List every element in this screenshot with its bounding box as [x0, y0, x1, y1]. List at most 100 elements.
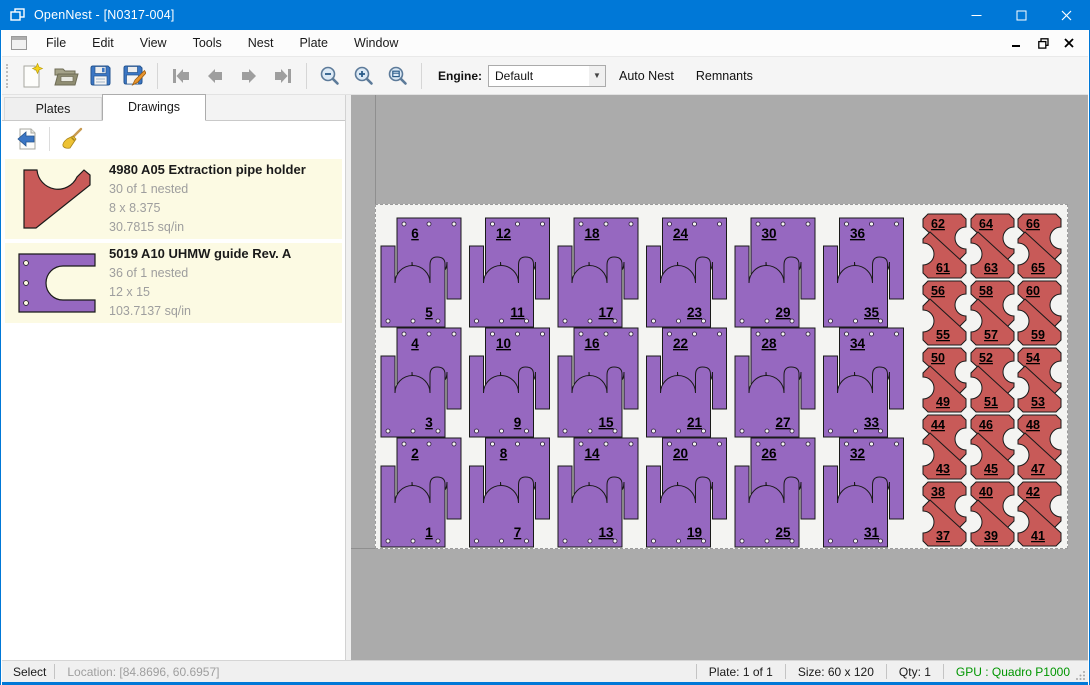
nested-part-pair[interactable]: 14 13: [558, 438, 638, 547]
maximize-button[interactable]: [999, 0, 1044, 30]
part-number: 9: [514, 415, 522, 430]
nested-part-pair[interactable]: 5857: [971, 281, 1014, 345]
tab-plates[interactable]: Plates: [4, 97, 102, 120]
nested-part-pair[interactable]: 6463: [971, 214, 1014, 278]
plate-svg: 6512111817242330293635431091615222128273…: [376, 205, 1067, 548]
nested-part-pair[interactable]: 5251: [971, 348, 1014, 412]
nested-part-pair[interactable]: 43: [381, 328, 461, 437]
import-drawing-icon: [15, 127, 39, 151]
nested-part-pair[interactable]: 3029: [735, 218, 815, 327]
nested-part-pair[interactable]: 6665: [1018, 214, 1061, 278]
resize-grip[interactable]: [1074, 661, 1088, 682]
part-number: 27: [775, 415, 790, 430]
drawing-item[interactable]: 4980 A05 Extraction pipe holder30 of 1 n…: [5, 159, 342, 239]
plate[interactable]: 6512111817242330293635431091615222128273…: [375, 204, 1068, 549]
menu-item-tools[interactable]: Tools: [180, 30, 235, 56]
nested-part-pair[interactable]: 4847: [1018, 415, 1061, 479]
nested-part-pair[interactable]: 3231: [824, 438, 904, 547]
tab-drawings[interactable]: Drawings: [102, 94, 206, 121]
statusbar-separator: [943, 664, 944, 679]
save-as-icon: [122, 64, 146, 88]
nest-canvas[interactable]: 6512111817242330293635431091615222128273…: [351, 95, 1088, 660]
nested-part-pair[interactable]: 4241: [1018, 482, 1061, 546]
menu-item-nest[interactable]: Nest: [235, 30, 287, 56]
nested-part-pair[interactable]: 4039: [971, 482, 1014, 546]
zoom-in-button[interactable]: [347, 61, 381, 91]
part-number: 46: [979, 418, 993, 432]
zoom-fit-button[interactable]: [381, 61, 415, 91]
menu-item-window[interactable]: Window: [341, 30, 411, 56]
menu-item-plate[interactable]: Plate: [286, 30, 341, 56]
drawing-info: 4980 A05 Extraction pipe holder30 of 1 n…: [109, 162, 342, 237]
nested-part-pair[interactable]: 5049: [923, 348, 966, 412]
nested-part-pair[interactable]: 5655: [923, 281, 966, 345]
nested-part-pair[interactable]: 1615: [558, 328, 638, 437]
drawing-title: 5019 A10 UHMW guide Rev. A: [109, 246, 342, 261]
child-restore-button[interactable]: [1032, 34, 1054, 53]
part-number: 59: [1031, 328, 1045, 342]
save-button[interactable]: [83, 61, 117, 91]
nested-part-pair[interactable]: 4443: [923, 415, 966, 479]
nested-part-pair[interactable]: 3433: [824, 328, 904, 437]
nested-part-pair[interactable]: 2221: [647, 328, 727, 437]
save-as-button[interactable]: [117, 61, 151, 91]
part-number: 8: [500, 446, 508, 461]
nav-next-button[interactable]: [232, 61, 266, 91]
clear-drawings-button[interactable]: [57, 125, 87, 153]
auto-nest-button[interactable]: Auto Nest: [610, 63, 683, 89]
nested-part-pair[interactable]: 21: [381, 438, 461, 547]
nested-part-pair[interactable]: 1211: [470, 218, 550, 327]
left-panel: Plates Drawings: [2, 95, 345, 660]
part-number: 14: [584, 446, 600, 461]
nested-part-pair[interactable]: 2625: [735, 438, 815, 547]
nested-part-pair[interactable]: 6261: [923, 214, 966, 278]
broom-icon: [60, 127, 84, 151]
nav-last-button[interactable]: [266, 61, 300, 91]
nav-first-button[interactable]: [164, 61, 198, 91]
new-button[interactable]: [15, 61, 49, 91]
remnants-button[interactable]: Remnants: [687, 63, 762, 89]
toolbar-separator: [421, 63, 422, 89]
nested-part-pair[interactable]: 2827: [735, 328, 815, 437]
engine-combobox[interactable]: Default ▼: [488, 65, 606, 87]
close-button[interactable]: [1044, 0, 1089, 30]
qty-status: Qty: 1: [895, 665, 935, 679]
zoom-out-button[interactable]: [313, 61, 347, 91]
child-minimize-button[interactable]: [1006, 34, 1028, 53]
maximize-icon: [1016, 10, 1027, 21]
chevron-down-icon[interactable]: ▼: [589, 66, 605, 86]
open-button[interactable]: [49, 61, 83, 91]
part-number: 24: [673, 226, 689, 241]
plate-status: Plate: 1 of 1: [705, 665, 777, 679]
drawing-item[interactable]: 5019 A10 UHMW guide Rev. A36 of 1 nested…: [5, 243, 342, 323]
toolbar-grip[interactable]: [6, 64, 10, 88]
nested-part-pair[interactable]: 87: [470, 438, 550, 547]
nested-part-pair[interactable]: 2019: [647, 438, 727, 547]
nested-part-pair[interactable]: 1817: [558, 218, 638, 327]
nested-part-pair[interactable]: 5453: [1018, 348, 1061, 412]
child-close-icon: [1064, 38, 1074, 48]
drawing-size: 8 x 8.375: [109, 199, 342, 218]
import-drawing-button[interactable]: [12, 125, 42, 153]
menu-item-edit[interactable]: Edit: [79, 30, 127, 56]
drawing-title: 4980 A05 Extraction pipe holder: [109, 162, 342, 177]
child-close-button[interactable]: [1058, 34, 1080, 53]
nested-part-pair[interactable]: 109: [470, 328, 550, 437]
part-number: 48: [1026, 418, 1040, 432]
part-number: 19: [687, 525, 702, 540]
part-number: 23: [687, 305, 703, 320]
nested-part-pair[interactable]: 4645: [971, 415, 1014, 479]
app-logo-icon: [10, 8, 26, 22]
menu-item-view[interactable]: View: [127, 30, 180, 56]
main-toolbar: Engine: Default ▼ Auto Nest Remnants: [2, 57, 1088, 95]
minimize-button[interactable]: [954, 0, 999, 30]
gpu-status: GPU : Quadro P1000: [952, 665, 1074, 679]
nested-part-pair[interactable]: 24 23: [647, 218, 727, 327]
part-number: 13: [598, 525, 614, 540]
nested-part-pair[interactable]: 3837: [923, 482, 966, 546]
nested-part-pair[interactable]: 3635: [824, 218, 904, 327]
nested-part-pair[interactable]: 65: [381, 218, 461, 327]
nested-part-pair[interactable]: 6059: [1018, 281, 1061, 345]
nav-prev-button[interactable]: [198, 61, 232, 91]
menu-item-file[interactable]: File: [33, 30, 79, 56]
